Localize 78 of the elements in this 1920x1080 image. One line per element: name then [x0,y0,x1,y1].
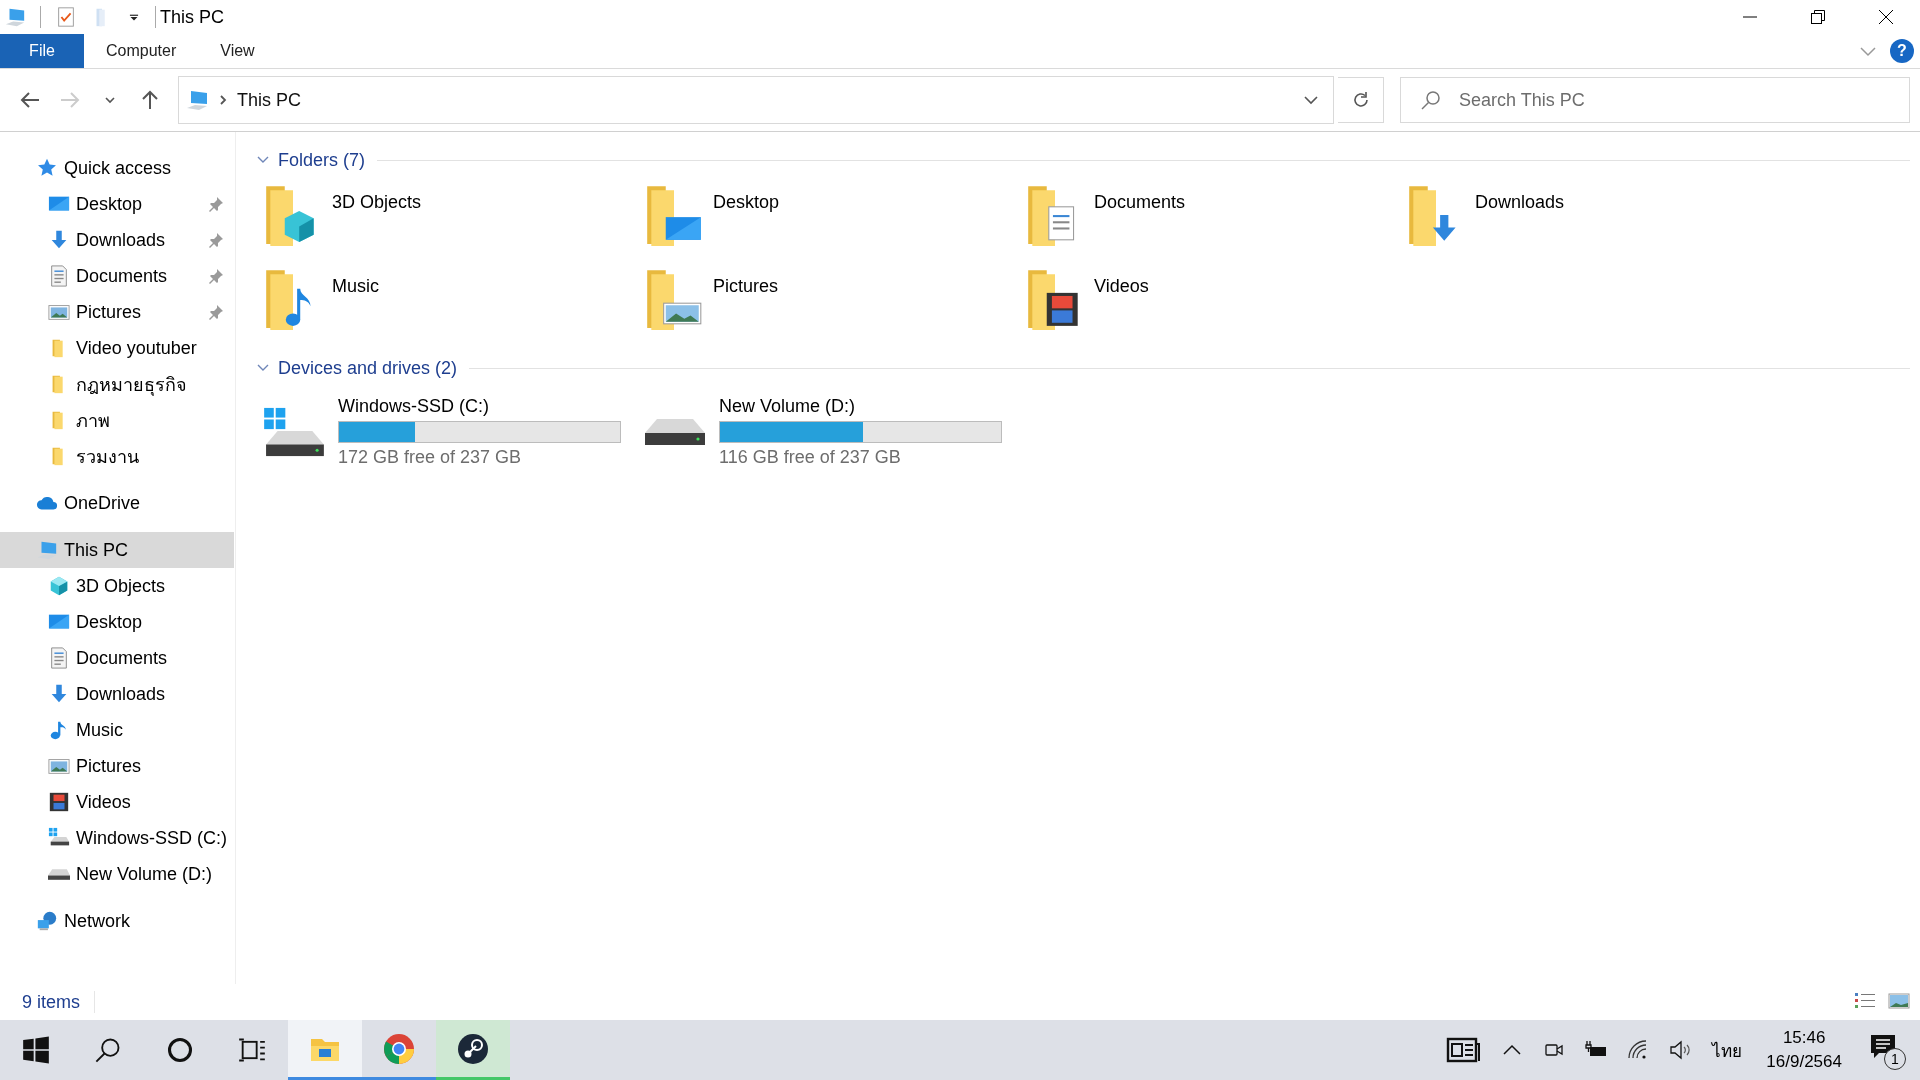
free-space-text: 172 GB free of 237 GB [338,447,523,468]
sidebar-item[interactable]: Desktop [0,604,234,640]
computer-icon [4,6,26,28]
network-icon [36,910,58,932]
chevron-right-icon [217,94,229,106]
chevron-down-icon [104,94,116,106]
sidebar-item[interactable]: Pictures [0,294,234,330]
sidebar-item[interactable]: Videos [0,784,234,820]
details-list-icon [1854,990,1876,1011]
folder-name[interactable]: Downloads [1475,192,1565,213]
cube-icon [48,575,70,597]
minimize-icon [1742,16,1758,18]
sidebar-item[interactable]: Windows-SSD (C:) [0,820,234,856]
taskbar-app-button[interactable] [436,1020,510,1080]
input-language-button[interactable]: ไทย [1706,1036,1749,1064]
ribbon-tab[interactable]: View [198,34,277,68]
sidebar-item[interactable]: Video youtuber [0,330,234,366]
sidebar-item[interactable]: Network [0,903,234,939]
drive-icon [48,868,70,880]
film-icon [48,791,70,813]
folder-name[interactable]: Desktop [713,192,780,213]
document-icon [48,647,70,669]
speaker-icon [1668,1038,1693,1062]
computer-icon [185,88,209,112]
search-icon [1420,89,1442,111]
folder-name[interactable]: 3D Objects [332,192,422,213]
sidebar-item[interactable]: Music [0,712,234,748]
drive-icon [643,418,707,446]
chrome-logo-icon [382,1031,416,1066]
sidebar-item[interactable]: Downloads [0,676,234,712]
sidebar-item[interactable]: Pictures [0,748,234,784]
item-count: 9 items [22,991,81,1013]
sidebar-item[interactable]: Documents [0,640,234,676]
sidebar-item[interactable]: 3D Objects [0,568,234,604]
clock-button[interactable]: 15:46 16/9/2564 [1758,1028,1850,1072]
sidebar-item[interactable]: This PC [0,532,234,568]
refresh-button[interactable] [1338,77,1384,123]
folder-name[interactable]: Documents [1094,192,1186,213]
circle-icon [166,1036,194,1064]
folder-name[interactable]: Pictures [713,276,779,297]
sidebar-item[interactable]: Downloads [0,222,234,258]
sidebar-item[interactable]: รวมงาน [0,438,234,474]
free-space-text: 116 GB free of 237 GB [719,447,902,468]
properties-icon[interactable] [55,6,77,28]
newspaper-icon [1446,1036,1483,1064]
search-field[interactable]: Search This PC [1400,77,1910,123]
star-icon [36,157,58,179]
sidebar-item[interactable]: ภาพ [0,402,234,438]
notifications-button[interactable]: 1 [1860,1020,1912,1080]
help-button[interactable]: ? [1890,39,1914,63]
close-icon [1878,9,1894,25]
system-drive-icon [262,406,326,458]
breadcrumb[interactable]: This PC [237,89,301,111]
steam-logo-icon [456,1031,490,1066]
drive-name[interactable]: Windows-SSD (C:) [338,396,621,417]
windows-logo-icon [22,1036,50,1064]
ribbon-tab[interactable]: Computer [84,34,199,68]
search-icon [94,1036,122,1064]
computer-icon [36,539,58,561]
drive-name[interactable]: New Volume (D:) [719,396,1002,417]
document-icon [48,265,70,287]
window-title: This PC [160,6,224,28]
sidebar-item[interactable]: กฎหมายธุรกิจ [0,366,234,402]
sidebar-item[interactable]: Documents [0,258,234,294]
sidebar-item[interactable]: Desktop [0,186,234,222]
notification-count: 1 [1884,1048,1906,1070]
group-header[interactable]: Folders (7) [256,149,366,171]
group-header[interactable]: Devices and drives (2) [256,357,458,379]
sidebar-item[interactable]: OneDrive [0,485,234,521]
address-bar[interactable]: This PC [178,76,1334,124]
picture-icon [1888,990,1910,1011]
restore-icon [1810,9,1826,25]
folder-name[interactable]: Videos [1094,276,1149,297]
sidebar-item[interactable]: Quick access [0,150,234,186]
sidebar-item[interactable]: New Volume (D:) [0,856,234,892]
task-view-icon [238,1036,266,1064]
folder-name[interactable]: Music [332,276,379,297]
file-menu-button[interactable]: File [0,34,84,68]
